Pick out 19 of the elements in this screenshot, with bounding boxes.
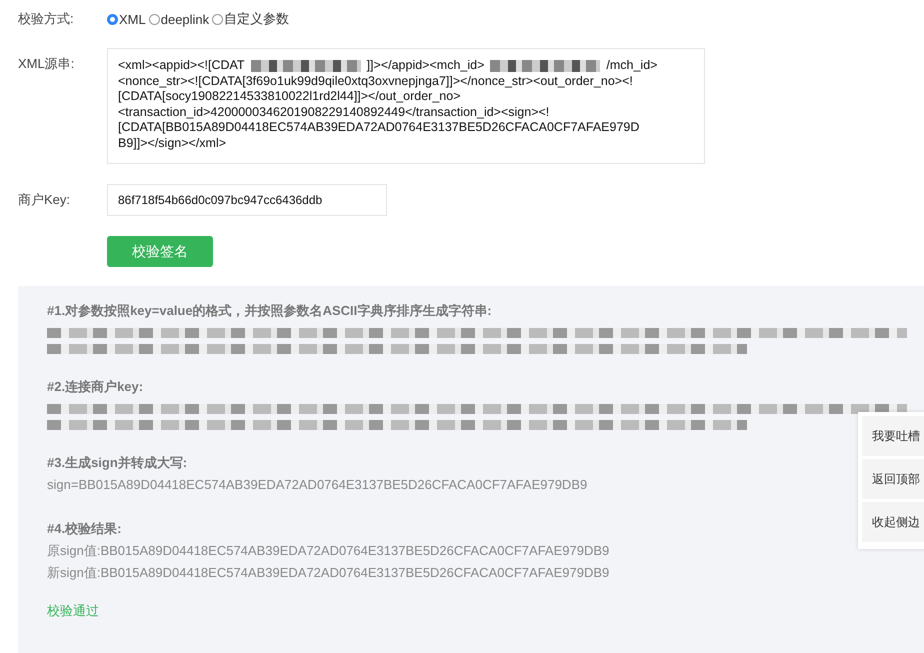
step-title: #4.校验结果: [47, 520, 122, 538]
step-title: #1.对参数按照key=value的格式，并按照参数名ASCII字典序排序生成字符串: [47, 302, 492, 320]
step-text: 原sign值:BB015A89D04418EC574AB39EDA72AD0764E3137BE5D26CFACA0CF7AFAE979DB9 [47, 542, 610, 560]
side-menu-item[interactable]: 返回顶部 [862, 459, 924, 499]
radio-option[interactable]: XML [107, 10, 146, 28]
step-title: #2.连接商户key: [47, 378, 144, 396]
radio-option[interactable]: 自定义参数 [212, 10, 290, 28]
step-text: sign=BB015A89D04418EC574AB39EDA72AD0764E3137BE5D26CFACA0CF7AFAE979DB9 [47, 476, 588, 494]
step-title: #3.生成sign并转成大写: [47, 454, 188, 472]
radio-option[interactable]: deeplink [148, 10, 210, 28]
field-label: XML源串: [18, 55, 76, 73]
field-label: 校验方式: [18, 10, 75, 28]
xml-textarea[interactable]: <xml><appid><![CDAT ]]></appid><mch_id> /mch_id> <nonce_str><![CDATA[3f69o1uk99d9qile0xtq3oxvnepjnga7]]></nonce_str><out_order_no><! [CDATA[socy19082214533810022l1rd2l44]]></out_order_no> <transaction_id>4200000346201908229140892449</transaction_id><sign><! [CDATA[BB015A89D04418EC574AB39EDA72AD0764E3137BE5D26CFACA0CF7AFAE979D B9]]></sign></xml> [107, 48, 705, 164]
result-text: 校验通过 [47, 602, 99, 620]
key-input-field[interactable]: 86f718f54b66d0c097bc947cc6436ddb [107, 184, 387, 216]
field-label: 商户Key: [18, 191, 72, 209]
side-menu-item[interactable]: 我要吐槽 [862, 416, 924, 456]
step-text: 新sign值:BB015A89D04418EC574AB39EDA72AD0764E3137BE5D26CFACA0CF7AFAE979DB9 [47, 564, 610, 582]
side-menu-item[interactable]: 收起侧边 [862, 502, 924, 542]
